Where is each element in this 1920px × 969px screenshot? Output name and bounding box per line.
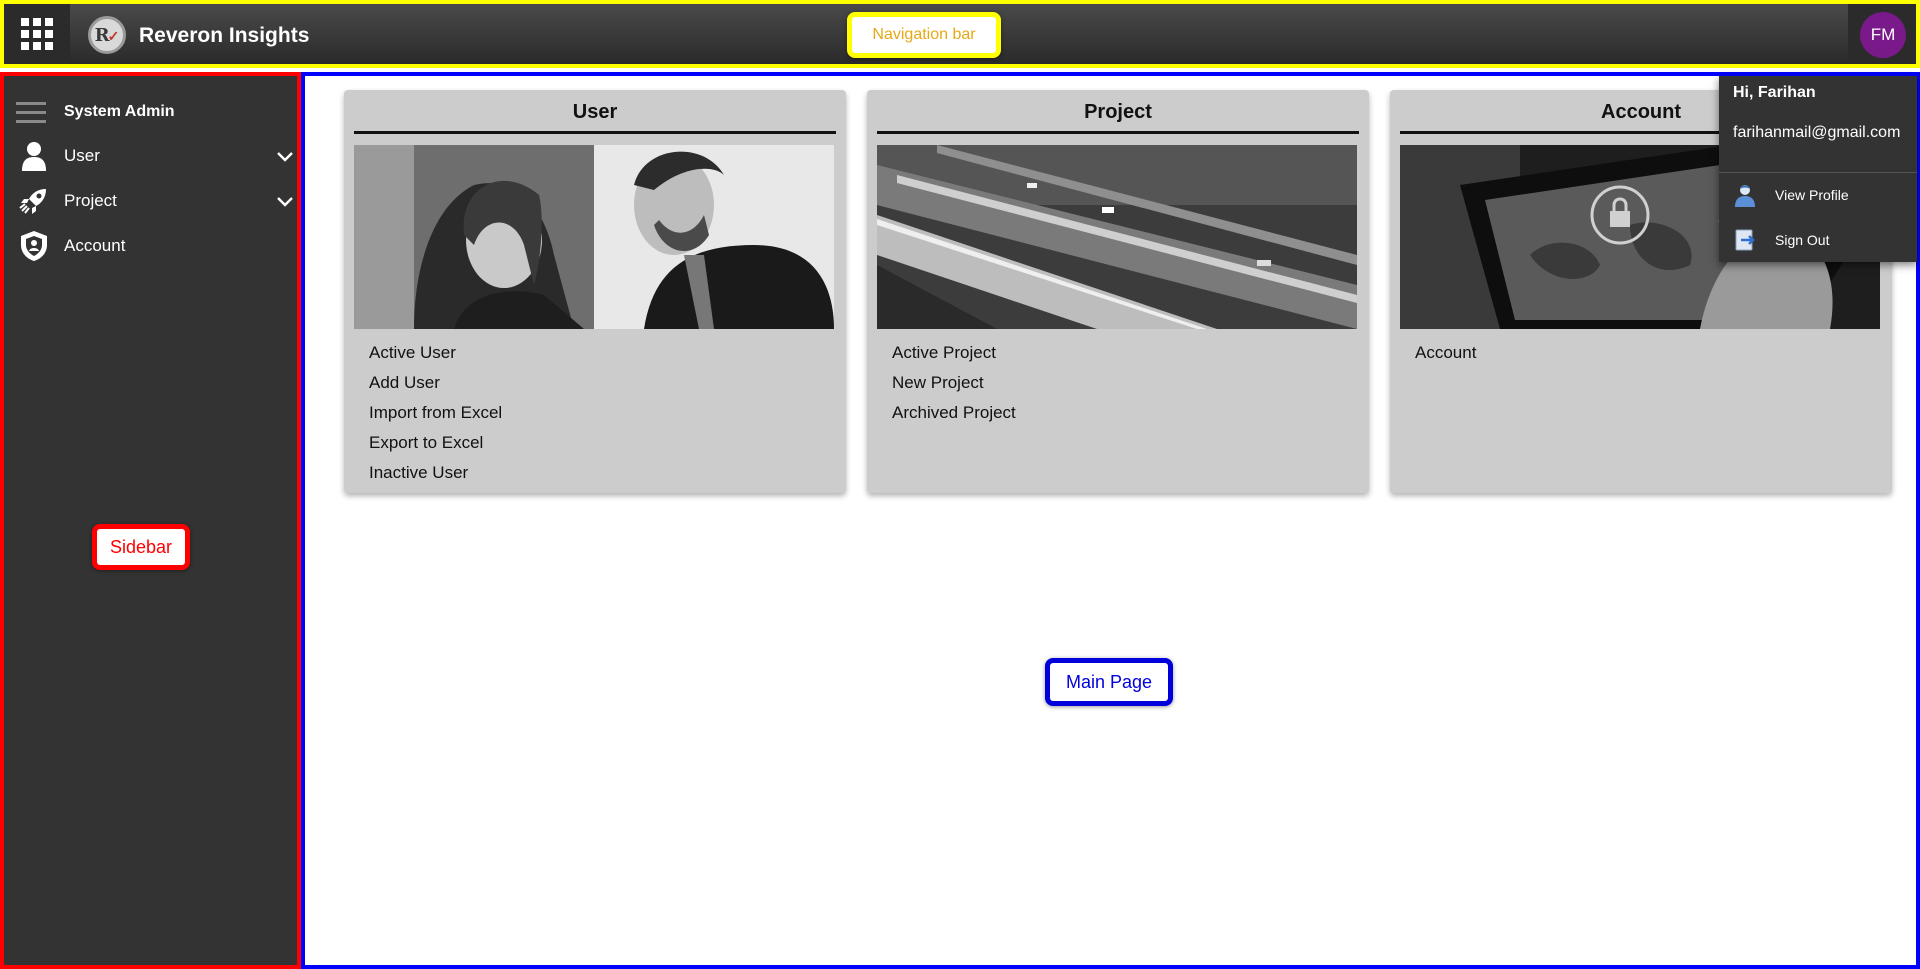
sidebar-annotation-label: Sidebar [92,524,190,570]
link-export-to-excel[interactable]: Export to Excel [369,428,502,458]
sidebar-header: System Admin [16,98,175,126]
link-account[interactable]: Account [1415,338,1476,368]
sidebar: System Admin User Project Account Sideba… [0,72,301,969]
shield-icon [16,228,52,264]
main-page: User Active User Add User Import from Ex… [301,72,1920,969]
apps-menu-button[interactable] [4,4,70,64]
navigation-bar: R ✓ Reveron Insights Navigation bar FM [0,0,1920,68]
card-title: User [354,98,836,134]
divider [1719,172,1917,173]
chevron-down-icon[interactable] [274,190,296,212]
sidebar-item-label: User [64,146,100,165]
sidebar-item-label: Account [64,236,126,255]
sidebar-item-user[interactable]: User [16,136,296,176]
avatar-container: FM [1848,4,1916,64]
sign-out-label: Sign Out [1775,232,1830,248]
profile-email: farihanmail@gmail.com [1733,124,1901,141]
apps-grid-icon [21,18,53,50]
sign-out-icon [1735,229,1755,251]
view-profile-label: View Profile [1775,187,1849,203]
user-icon [16,138,52,174]
link-active-project[interactable]: Active Project [892,338,1016,368]
link-inactive-user[interactable]: Inactive User [369,458,502,488]
user-card: User Active User Add User Import from Ex… [344,90,846,493]
sidebar-item-project[interactable]: Project [16,181,296,221]
link-archived-project[interactable]: Archived Project [892,398,1016,428]
highway-bridge-photo [877,145,1357,329]
view-profile-button[interactable]: View Profile [1733,180,1849,210]
chevron-down-icon[interactable] [274,145,296,167]
link-import-from-excel[interactable]: Import from Excel [369,398,502,428]
sign-out-button[interactable]: Sign Out [1733,225,1829,255]
profile-dropdown: Hi, Farihan farihanmail@gmail.com View P… [1719,76,1917,262]
brand-title: Reveron Insights [139,24,310,47]
link-active-user[interactable]: Active User [369,338,502,368]
user-avatar[interactable]: FM [1860,12,1906,58]
hamburger-menu-icon[interactable] [16,101,46,123]
sidebar-title: System Admin [64,103,175,120]
business-people-photo [354,145,834,329]
project-links-list: Active Project New Project Archived Proj… [892,338,1016,428]
user-links-list: Active User Add User Import from Excel E… [369,338,502,488]
navbar-annotation-label: Navigation bar [847,12,1001,58]
card-title: Project [877,98,1359,134]
brand-logo[interactable]: R ✓ [88,16,126,54]
project-card: Project Active Project New Project Archi… [867,90,1369,493]
sidebar-item-label: Project [64,191,117,210]
main-page-annotation-label: Main Page [1045,658,1173,706]
link-new-project[interactable]: New Project [892,368,1016,398]
profile-greeting: Hi, Farihan [1733,84,1816,101]
account-links-list: Account [1415,338,1476,368]
profile-icon [1735,185,1755,207]
sidebar-item-account[interactable]: Account [16,226,296,266]
link-add-user[interactable]: Add User [369,368,502,398]
rocket-icon [16,183,52,219]
